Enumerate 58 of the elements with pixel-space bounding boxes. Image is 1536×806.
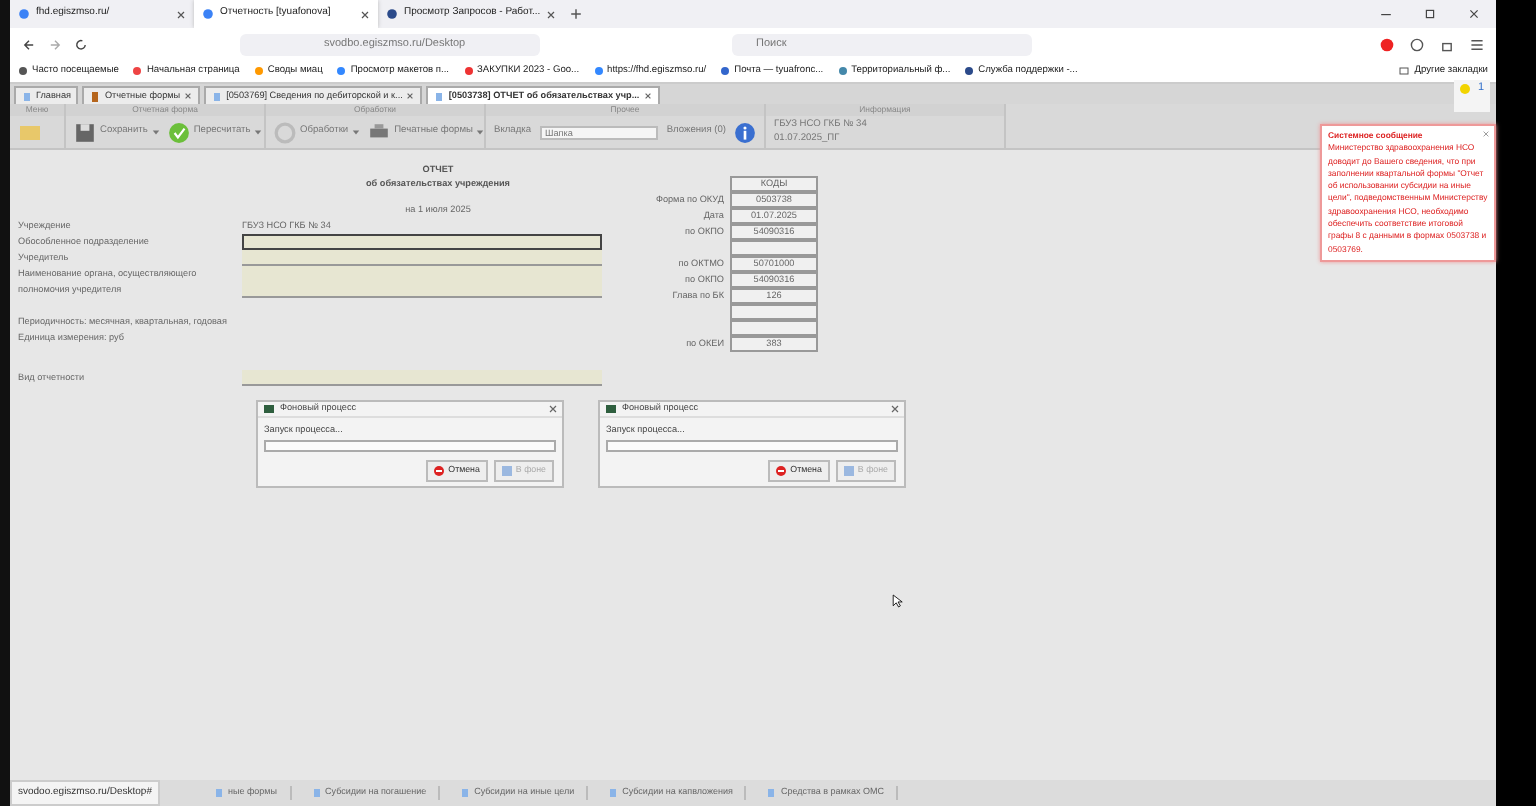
close-icon: [1468, 8, 1480, 20]
close-icon[interactable]: [406, 92, 415, 100]
minimize-icon: [1380, 8, 1392, 20]
bookmark-icon: [964, 66, 975, 76]
save-icon: [74, 121, 96, 143]
extension-icon: [1380, 37, 1394, 51]
stop-icon: [776, 465, 787, 476]
input-field[interactable]: [242, 250, 602, 266]
printer-icon: [368, 121, 391, 143]
site-icon: [386, 8, 398, 20]
bookmark-icon: [463, 66, 474, 76]
site-icon: [202, 8, 214, 20]
bookmark-icon: [837, 66, 848, 76]
forward-icon: [48, 37, 62, 51]
tab-icon: [212, 91, 223, 101]
restore-icon: [1424, 8, 1436, 20]
menu-icon: [1470, 37, 1484, 51]
doc-icon: [311, 788, 322, 798]
reload-icon: [74, 37, 88, 51]
caret-icon: [254, 128, 263, 136]
new-tab-icon[interactable]: [570, 8, 582, 20]
bookmark-icon: [132, 66, 143, 76]
caret-icon: [352, 128, 361, 136]
bookmark-icon: [593, 66, 604, 76]
doc-icon: [766, 788, 777, 798]
close-icon[interactable]: [360, 9, 370, 19]
bookmark-icon: [253, 66, 264, 76]
input-field[interactable]: [242, 266, 602, 298]
check-icon: [167, 121, 190, 143]
tab-icon: [22, 91, 32, 101]
bookmark-icon: [720, 66, 731, 76]
close-icon[interactable]: [548, 404, 558, 414]
doc-icon: [214, 788, 224, 798]
back-icon: [22, 37, 36, 51]
folder-icon: [18, 122, 42, 142]
doc-icon: [460, 788, 471, 798]
stop-icon: [434, 465, 445, 476]
window-icon: [604, 404, 618, 414]
bookmark-icon: [336, 66, 347, 76]
close-icon[interactable]: [546, 9, 557, 19]
cursor-icon: [892, 592, 904, 610]
tab-icon: [90, 91, 101, 101]
site-icon: [18, 8, 30, 20]
caret-icon: [476, 128, 485, 136]
close-icon[interactable]: [643, 92, 652, 100]
input-field[interactable]: [242, 234, 602, 250]
input-field[interactable]: [242, 370, 602, 386]
close-icon[interactable]: [184, 92, 193, 100]
tab-icon: [434, 91, 445, 101]
caret-icon: [151, 128, 160, 136]
doc-icon: [608, 788, 619, 798]
close-icon[interactable]: [890, 404, 900, 414]
warning-icon: [1459, 83, 1470, 94]
info-icon: [734, 121, 756, 143]
window-icon: [262, 404, 276, 414]
bookmark-icon: [18, 66, 28, 76]
folder-icon: [1398, 66, 1411, 76]
close-icon[interactable]: [176, 9, 186, 19]
